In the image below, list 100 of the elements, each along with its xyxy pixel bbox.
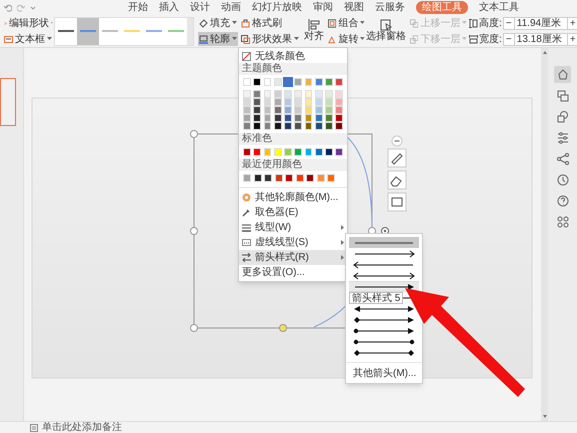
color-swatch[interactable]: [274, 122, 282, 130]
color-swatch[interactable]: [243, 106, 251, 114]
sidebar-button[interactable]: [554, 150, 571, 167]
color-swatch[interactable]: [306, 174, 314, 182]
color-swatch[interactable]: [253, 90, 261, 98]
color-swatch[interactable]: [243, 78, 251, 86]
color-swatch[interactable]: [253, 106, 261, 114]
color-swatch[interactable]: [325, 122, 333, 130]
color-swatch[interactable]: [335, 98, 343, 106]
arrow-style-option[interactable]: [349, 281, 419, 292]
color-swatch[interactable]: [253, 78, 262, 86]
scrollbar[interactable]: [541, 48, 548, 421]
ribbon-button[interactable]: 组合: [327, 16, 366, 30]
color-swatch[interactable]: [274, 148, 282, 156]
color-swatch[interactable]: [314, 122, 322, 130]
color-swatch[interactable]: [294, 98, 302, 106]
color-swatch[interactable]: [304, 106, 312, 114]
color-swatch[interactable]: [325, 78, 333, 86]
color-swatch[interactable]: [243, 90, 251, 98]
menu-item[interactable]: 无线条颜色: [239, 49, 347, 63]
color-swatch[interactable]: [294, 122, 302, 130]
color-swatch[interactable]: [314, 106, 322, 114]
color-swatch[interactable]: [304, 114, 312, 122]
menu-item[interactable]: 虚线线型(S): [239, 235, 347, 250]
ribbon-button[interactable]: 旋转: [327, 32, 366, 46]
ribbon-tab[interactable]: 审阅: [313, 1, 333, 14]
color-swatch[interactable]: [253, 122, 261, 130]
color-swatch[interactable]: [335, 114, 343, 122]
color-swatch[interactable]: [284, 148, 292, 156]
color-swatch[interactable]: [274, 106, 282, 114]
color-swatch[interactable]: [253, 98, 261, 106]
ribbon-button[interactable]: 填充: [198, 16, 238, 30]
color-swatch[interactable]: [325, 148, 333, 156]
pen-button[interactable]: [388, 148, 406, 168]
color-swatch[interactable]: [254, 174, 262, 182]
color-swatch[interactable]: [264, 90, 272, 98]
color-swatch[interactable]: [284, 106, 292, 114]
color-swatch[interactable]: [294, 90, 302, 98]
color-swatch[interactable]: [243, 122, 251, 130]
slide-thumbnail[interactable]: [0, 78, 16, 126]
color-swatch[interactable]: [264, 148, 272, 156]
menu-item[interactable]: 线型(W): [239, 220, 347, 235]
color-swatch[interactable]: [243, 148, 251, 156]
menu-item[interactable]: 取色器(E): [239, 205, 347, 220]
ribbon-tab[interactable]: 设计: [190, 1, 210, 14]
color-swatch[interactable]: [264, 98, 272, 106]
resize-handle[interactable]: [190, 324, 198, 332]
color-swatch[interactable]: [264, 174, 272, 182]
color-swatch[interactable]: [335, 90, 343, 98]
ribbon-tab[interactable]: 动画: [221, 1, 241, 14]
color-swatch[interactable]: [284, 98, 292, 106]
color-swatch[interactable]: [296, 174, 304, 182]
color-swatch[interactable]: [314, 90, 322, 98]
color-swatch[interactable]: [314, 114, 322, 122]
color-swatch[interactable]: [284, 90, 292, 98]
ribbon-button[interactable]: 格式刷: [240, 16, 300, 30]
menu-item[interactable]: 更多设置(O)...: [239, 265, 347, 280]
color-swatch[interactable]: [243, 98, 251, 106]
color-swatch[interactable]: [274, 90, 282, 98]
color-swatch[interactable]: [274, 78, 282, 86]
color-swatch[interactable]: [284, 78, 292, 86]
color-swatch[interactable]: [335, 122, 343, 130]
menu-item[interactable]: 其他箭头(M)...: [346, 367, 422, 380]
color-swatch[interactable]: [294, 106, 302, 114]
color-swatch[interactable]: [264, 78, 272, 86]
color-swatch[interactable]: [304, 78, 312, 86]
color-swatch[interactable]: [274, 98, 282, 106]
color-swatch[interactable]: [253, 148, 261, 156]
ribbon-tab[interactable]: 文本工具: [479, 1, 519, 14]
color-swatch[interactable]: [304, 122, 312, 130]
selection-pane-button[interactable]: 选择窗格: [366, 19, 406, 43]
color-swatch[interactable]: [284, 122, 292, 130]
ribbon-tab[interactable]: 幻灯片放映: [252, 1, 302, 14]
ribbon-button[interactable]: 文本框: [3, 32, 54, 46]
ribbon-button[interactable]: 轮廓: [198, 32, 238, 46]
color-swatch[interactable]: [325, 90, 333, 98]
resize-handle[interactable]: [190, 130, 198, 138]
notes-field[interactable]: 单击此处添加备注: [42, 422, 242, 433]
color-swatch[interactable]: [314, 98, 322, 106]
align-button[interactable]: 对齐: [304, 19, 324, 43]
color-swatch[interactable]: [325, 106, 333, 114]
color-swatch[interactable]: [294, 148, 302, 156]
color-swatch[interactable]: [335, 106, 343, 114]
color-swatch[interactable]: [325, 114, 333, 122]
color-swatch[interactable]: [316, 174, 324, 182]
color-swatch[interactable]: [284, 114, 292, 122]
color-swatch[interactable]: [314, 148, 322, 156]
resize-handle[interactable]: [190, 227, 198, 235]
color-swatch[interactable]: [294, 78, 302, 86]
ribbon-tab[interactable]: 视图: [344, 1, 364, 14]
frame-button[interactable]: [388, 192, 406, 212]
color-swatch[interactable]: [304, 90, 312, 98]
color-swatch[interactable]: [304, 98, 312, 106]
ribbon-button[interactable]: 形状效果: [240, 32, 300, 46]
color-swatch[interactable]: [274, 174, 282, 182]
sidebar-button[interactable]: [554, 66, 571, 83]
color-swatch[interactable]: [264, 122, 272, 130]
adjust-handle[interactable]: [279, 324, 287, 332]
color-swatch[interactable]: [335, 148, 343, 156]
color-swatch[interactable]: [314, 78, 323, 86]
